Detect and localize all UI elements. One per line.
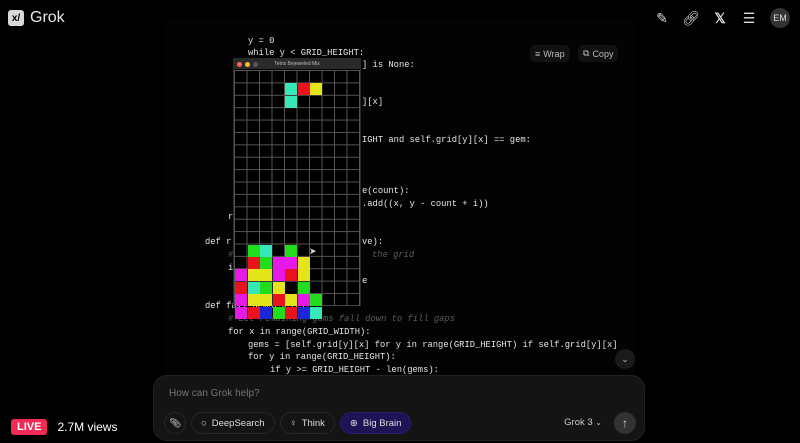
gem-cell xyxy=(297,281,310,294)
gem-cell xyxy=(285,269,297,282)
gem-cell xyxy=(247,269,260,282)
view-count: 2.7M views xyxy=(57,420,118,434)
prompt-input[interactable] xyxy=(169,388,569,399)
code-line: e xyxy=(362,276,368,286)
send-button[interactable]: ↑ xyxy=(614,412,636,434)
header-actions: ✎ 🔗︎ 𝕏 ☰ EM xyxy=(654,8,790,28)
edit-icon[interactable]: ✎ xyxy=(654,10,670,26)
code-line: ve): xyxy=(362,237,384,247)
gem-cell xyxy=(297,294,310,307)
think-button[interactable]: ♀ Think xyxy=(279,412,335,434)
gem-cell xyxy=(235,269,247,282)
gem-cell xyxy=(285,95,297,108)
avatar[interactable]: EM xyxy=(770,8,790,28)
lightbulb-icon: ♀ xyxy=(289,417,297,429)
wrap-icon: ≡ xyxy=(535,48,541,59)
gem-cell xyxy=(272,257,285,269)
gem-cell xyxy=(285,294,297,307)
arrow-up-icon: ↑ xyxy=(622,416,628,430)
gem-cell xyxy=(247,294,260,307)
link-icon[interactable]: 🔗︎ xyxy=(682,10,700,26)
code-line: for y in range(GRID_HEIGHT): xyxy=(248,352,396,362)
x-icon[interactable]: 𝕏 xyxy=(712,10,728,26)
gem-cell xyxy=(285,306,297,319)
code-line: y = 0 xyxy=(248,36,275,46)
game-board xyxy=(234,70,360,319)
live-indicator: LIVE 2.7M views xyxy=(11,419,117,435)
gem-cell xyxy=(260,244,272,257)
gem-cell xyxy=(272,306,285,319)
search-list-icon[interactable]: ☰ xyxy=(741,10,757,26)
gem-cell xyxy=(247,281,260,294)
composer: 📎︎ ○DeepSearch ♀Think ⊕Big Brain Grok 3 … xyxy=(153,375,645,441)
code-line: def r xyxy=(205,237,232,247)
gem-cell xyxy=(310,294,322,307)
gem-cell xyxy=(260,257,272,269)
cursor-icon: ➤ xyxy=(309,246,317,256)
code-line: ][x] xyxy=(362,97,384,107)
grok-logo[interactable]: x/ Grok xyxy=(8,9,65,27)
code-line: .add((x, y - count + i)) xyxy=(362,199,489,209)
gem-cell xyxy=(310,83,322,96)
game-window[interactable]: Tetris Bejeweled Mix xyxy=(233,58,361,319)
gem-cell xyxy=(285,281,297,294)
gem-cell xyxy=(272,269,285,282)
brain-icon: ⊕ xyxy=(349,417,358,429)
big-brain-button[interactable]: ⊕ Big Brain xyxy=(339,412,412,434)
paperclip-icon: 📎︎ xyxy=(168,417,182,429)
window-title: Tetris Bejeweled Mix xyxy=(274,61,320,67)
gem-cell xyxy=(235,306,247,319)
code-line: IGHT and self.grid[y][x] == gem: xyxy=(362,135,531,145)
gem-cell xyxy=(260,269,272,282)
search-icon: ○ xyxy=(201,417,207,429)
gem-cell xyxy=(260,281,272,294)
code-line: while y < GRID_HEIGHT: xyxy=(248,48,365,58)
window-titlebar[interactable]: Tetris Bejeweled Mix xyxy=(234,59,360,69)
code-line: the grid xyxy=(372,250,415,260)
gem-cell xyxy=(310,306,322,319)
attach-button[interactable]: 📎︎ xyxy=(164,412,186,434)
chevron-down-icon: ⌄ xyxy=(595,418,602,427)
gem-cell xyxy=(235,294,247,307)
gem-cell xyxy=(285,257,297,269)
gem-cell xyxy=(285,83,297,96)
gem-cell xyxy=(260,294,272,307)
gem-cell xyxy=(297,306,310,319)
code-line: gems = [self.grid[y][x] for y in range(G… xyxy=(248,340,618,350)
scroll-down-button[interactable]: ⌄ xyxy=(615,349,635,369)
copy-button[interactable]: ⧉ Copy xyxy=(578,45,619,62)
gem-cell xyxy=(285,244,297,257)
wrap-button[interactable]: ≡ Wrap xyxy=(530,45,570,62)
app-name: Grok xyxy=(30,9,65,26)
gem-cell xyxy=(247,244,260,257)
model-selector[interactable]: Grok 3 ⌄ xyxy=(564,417,602,428)
gem-cell xyxy=(297,83,310,96)
gem-cell xyxy=(247,257,260,269)
gem-cell xyxy=(272,294,285,307)
live-badge: LIVE xyxy=(11,419,48,435)
chevron-down-icon: ⌄ xyxy=(621,353,629,364)
gem-cell xyxy=(260,306,272,319)
gem-cell xyxy=(297,269,310,282)
gem-cell xyxy=(272,281,285,294)
gem-cell xyxy=(247,306,260,319)
gem-cell xyxy=(235,281,247,294)
code-line: ] is None: xyxy=(362,60,415,70)
code-line: for x in range(GRID_WIDTH): xyxy=(228,327,371,337)
copy-icon: ⧉ xyxy=(583,48,590,58)
deepsearch-button[interactable]: ○ DeepSearch xyxy=(191,412,275,434)
code-line: if y >= GRID_HEIGHT - len(gems): xyxy=(270,365,439,375)
code-line: e(count): xyxy=(362,186,410,196)
grok-logo-icon: x/ xyxy=(8,10,24,26)
gem-cell xyxy=(297,257,310,269)
